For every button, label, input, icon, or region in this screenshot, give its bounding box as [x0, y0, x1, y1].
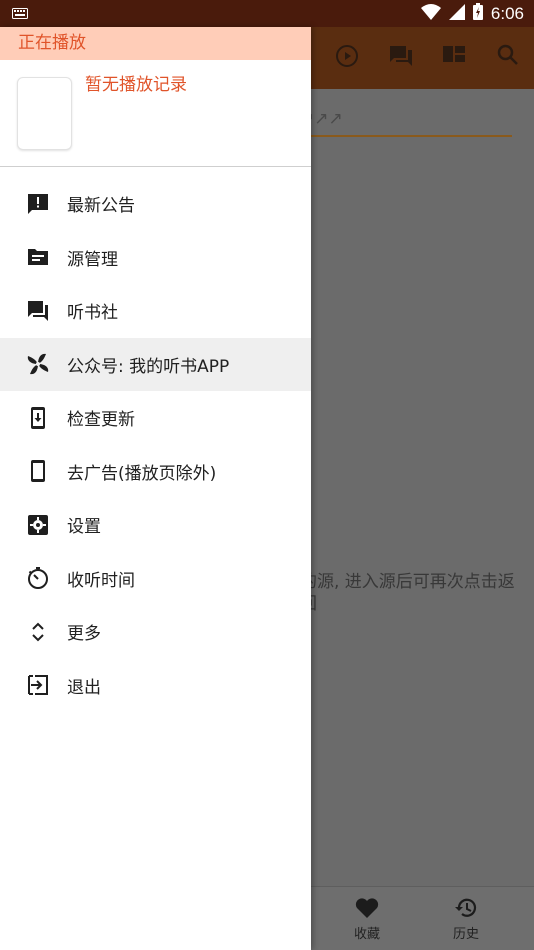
menu-label: 源管理: [67, 249, 118, 270]
dashboard-icon[interactable]: [443, 44, 465, 68]
menu-item-more[interactable]: 更多: [0, 605, 311, 659]
menu-item-listening-time[interactable]: 收听时间: [0, 552, 311, 606]
menu-label: 最新公告: [67, 196, 135, 217]
forum-icon: [25, 298, 51, 324]
unfold-more-icon: [25, 619, 51, 645]
keyboard-icon: [12, 4, 28, 23]
status-time: 6:06: [490, 3, 524, 23]
menu-label: 设置: [67, 517, 101, 538]
history-icon: [455, 898, 477, 917]
wifi-icon: [420, 3, 441, 24]
menu-item-settings[interactable]: 设置: [0, 498, 311, 552]
heart-icon: [355, 898, 379, 918]
navigation-drawer: 正在播放 暂无播放记录 最新公告 源管理 听书社 公众号: 我的听书APP 检查…: [0, 27, 311, 950]
menu-item-check-update[interactable]: 检查更新: [0, 391, 311, 445]
menu-label: 检查更新: [67, 410, 135, 431]
hint-text: 的源, 进入源后可再次点击返回: [300, 572, 515, 614]
menu-item-source-management[interactable]: 源管理: [0, 231, 311, 285]
menu-label: 更多: [67, 624, 101, 645]
system-update-icon: [25, 405, 51, 431]
settings-icon: [25, 512, 51, 538]
menu-item-announcement[interactable]: 最新公告: [0, 177, 311, 231]
phone-icon: [25, 458, 51, 484]
menu-item-wechat-account[interactable]: 公众号: 我的听书APP: [0, 337, 311, 391]
nav-history[interactable]: 历史: [436, 897, 496, 942]
nav-favorites-label: 收藏: [353, 927, 380, 942]
menu-item-exit[interactable]: 退出: [0, 659, 311, 713]
menu-label: 听书社: [67, 303, 118, 324]
pinwheel-icon: [25, 351, 51, 377]
now-playing-area[interactable]: 暂无播放记录: [0, 60, 311, 167]
now-playing-header[interactable]: 正在播放: [0, 27, 311, 60]
menu-label: 收听时间: [67, 570, 135, 591]
nav-favorites[interactable]: 收藏: [337, 897, 397, 942]
menu-label: 公众号: 我的听书APP: [67, 356, 230, 377]
menu-label: 去广告(播放页除外): [67, 463, 217, 484]
nav-history-label: 历史: [452, 927, 479, 942]
menu-item-remove-ads[interactable]: 去广告(播放页除外): [0, 445, 311, 499]
forum-icon[interactable]: [388, 44, 414, 72]
search-underline: [300, 135, 512, 137]
drawer-menu: 最新公告 源管理 听书社 公众号: 我的听书APP 检查更新 去广告(播放页除外…: [0, 177, 311, 712]
now-playing-cover[interactable]: [17, 77, 72, 150]
menu-item-forum[interactable]: 听书社: [0, 284, 311, 338]
timer-icon: [25, 565, 51, 591]
signal-icon: [448, 3, 465, 24]
play-circle-icon[interactable]: [335, 44, 359, 72]
now-playing-title: 暂无播放记录: [85, 75, 187, 95]
announcement-icon: [25, 191, 51, 217]
search-icon[interactable]: [497, 44, 519, 70]
status-bar: 6:06: [0, 0, 534, 27]
battery-icon: [472, 3, 483, 24]
folder-icon: [25, 244, 51, 270]
exit-icon: [25, 672, 51, 698]
menu-label: 退出: [67, 677, 101, 698]
